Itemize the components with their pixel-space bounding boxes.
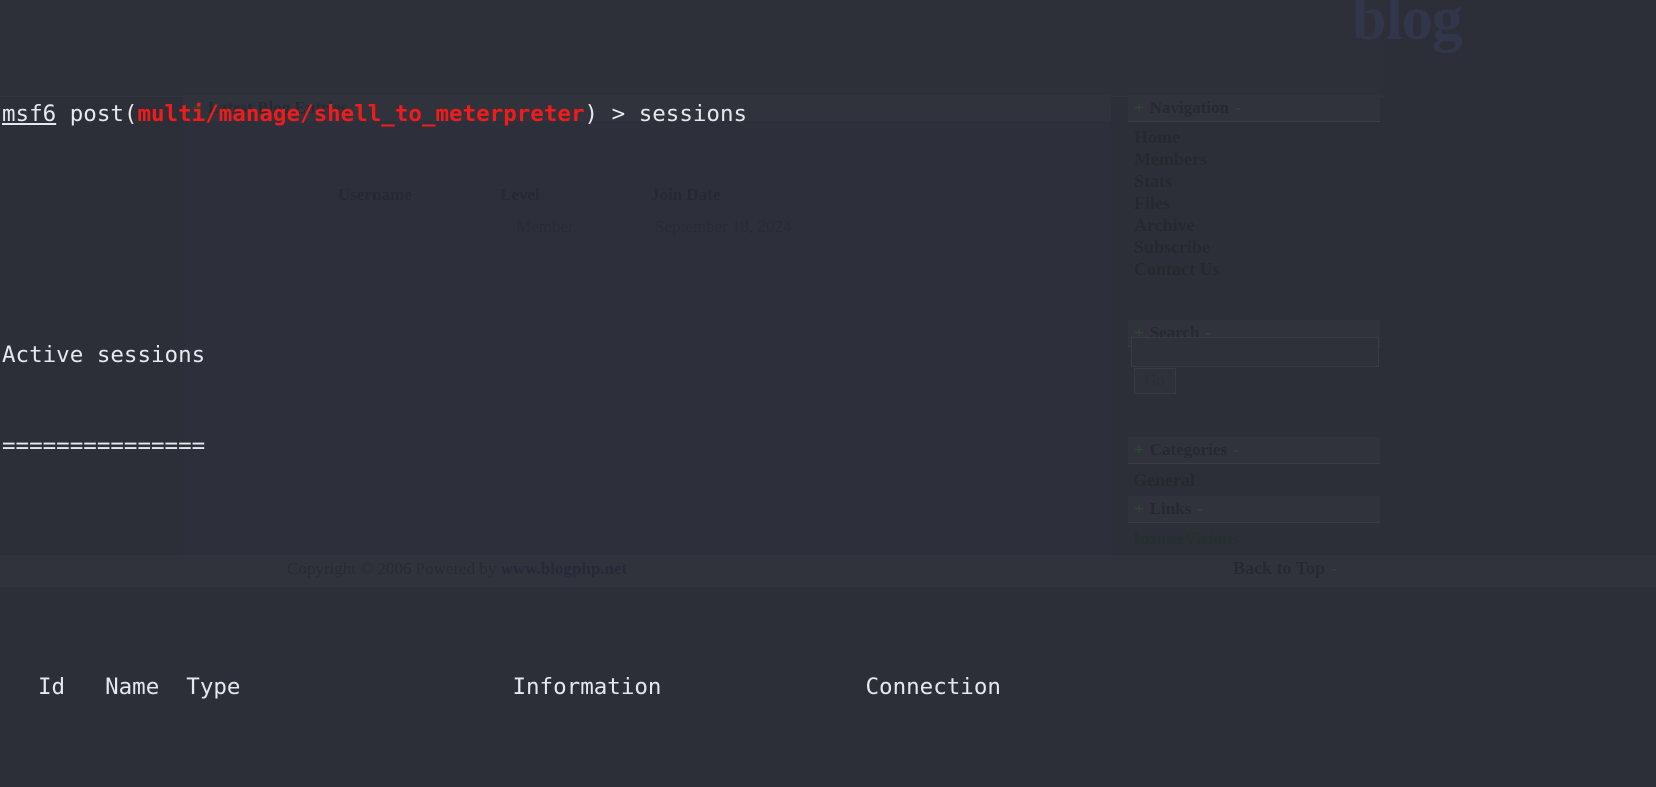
terminal-line-blank-2 [0, 552, 1656, 582]
msf-prompt-user: msf6 [2, 100, 57, 127]
msf-module-open: post( [56, 100, 138, 127]
screen-root: blog + Latest Blog Entries - Username Leve… [0, 0, 1656, 787]
table-header-connection: Connection [865, 674, 1001, 701]
terminal-line-active-sessions: Active sessions [0, 340, 1656, 370]
active-sessions-label: Active sessions [2, 342, 206, 369]
terminal-line-active-sessions-rule: =============== [0, 431, 1656, 461]
table-header-name: Name [105, 674, 160, 701]
terminal-line-blank-1 [0, 219, 1656, 249]
terminal-output[interactable]: msf6 post(multi/manage/shell_to_meterpre… [0, 0, 1656, 787]
msf-command: sessions [638, 100, 748, 127]
terminal-line-prompt-sessions: msf6 post(multi/manage/shell_to_meterpre… [0, 99, 1656, 129]
active-sessions-rule: =============== [2, 432, 206, 459]
terminal-line-table-header: Id Name Type Information Connection [0, 672, 1656, 702]
table-header-id: Id [38, 674, 66, 701]
msf-module-close: ) > [584, 100, 639, 127]
table-header-type: Type [186, 674, 241, 701]
msf-module-path: multi/manage/shell_to_meterpreter [137, 100, 585, 127]
table-header-information: Information [512, 674, 662, 701]
